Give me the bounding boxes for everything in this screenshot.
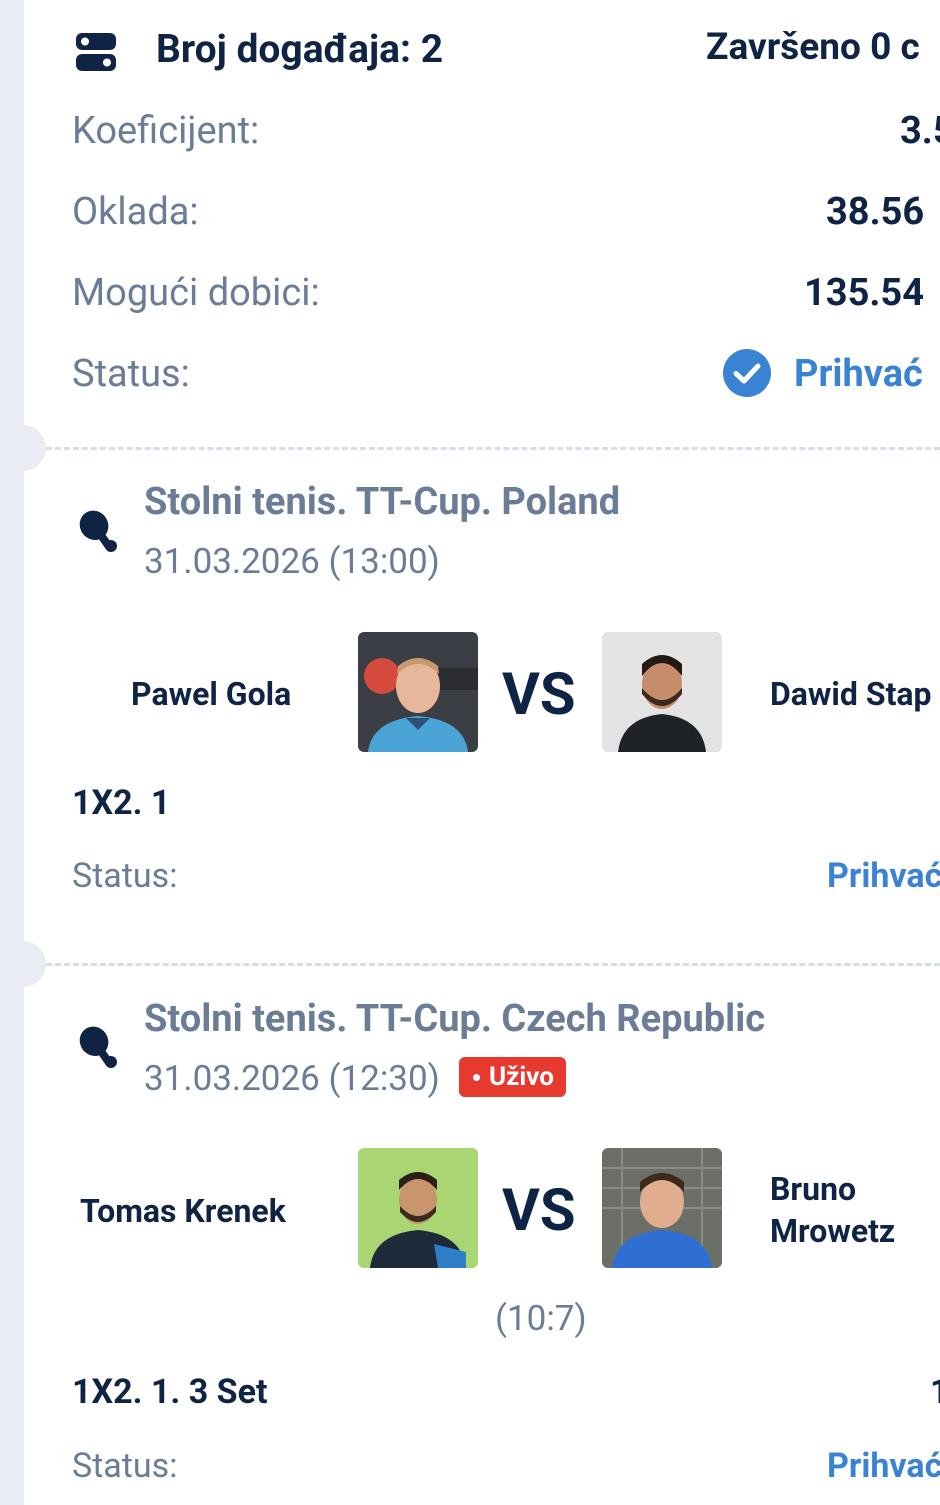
odds-value: 3.5 bbox=[900, 109, 940, 153]
event-league: Stolni tenis. TT-Cup. Czech Republic bbox=[144, 997, 766, 1041]
separator-dashed bbox=[46, 963, 940, 966]
home-player-photo bbox=[358, 1148, 478, 1268]
event-status-label: Status: bbox=[72, 856, 178, 896]
event-league: Stolni tenis. TT-Cup. Poland bbox=[144, 480, 621, 524]
live-badge: Uživo bbox=[459, 1057, 566, 1097]
versus-label: VS bbox=[502, 661, 576, 729]
separator-dashed bbox=[46, 447, 940, 450]
separator-notch bbox=[24, 941, 46, 987]
away-player-photo bbox=[602, 1148, 722, 1268]
bet-selection: 1X2. 1. 3 Set bbox=[72, 1372, 268, 1412]
table-tennis-icon bbox=[72, 508, 122, 558]
status-value: Prihvać bbox=[794, 352, 923, 396]
odds-label: Koeficijent: bbox=[72, 109, 260, 153]
bet-selection: 1X2. 1 bbox=[72, 783, 171, 823]
event-count-label: Broj događaja: 2 bbox=[156, 26, 444, 72]
versus-label: VS bbox=[502, 1177, 576, 1245]
home-player-photo bbox=[358, 632, 478, 752]
away-player-photo bbox=[602, 632, 722, 752]
live-score: (10:7) bbox=[495, 1298, 587, 1339]
event-datetime: 31.03.2026 (13:00) bbox=[144, 541, 440, 582]
away-player-name-line2: Mrowetz bbox=[770, 1212, 896, 1250]
home-player-name: Tomas Krenek bbox=[80, 1192, 286, 1230]
stake-label: Oklada: bbox=[72, 190, 199, 234]
event-status-label: Status: bbox=[72, 1446, 178, 1486]
possible-winnings-label: Mogući dobici: bbox=[72, 271, 320, 315]
event-status-value: Prihvać bbox=[827, 856, 940, 896]
possible-winnings-value: 135.54 bbox=[804, 271, 925, 315]
stake-value: 38.56 bbox=[826, 190, 925, 234]
bet-selection-value: 1 bbox=[930, 1372, 940, 1412]
event-status-value: Prihvać bbox=[827, 1446, 940, 1486]
status-label: Status: bbox=[72, 352, 190, 396]
separator-notch bbox=[24, 425, 46, 471]
home-player-name: Pawel Gola bbox=[131, 675, 292, 713]
event-datetime: 31.03.2026 (12:30) bbox=[144, 1058, 440, 1099]
away-player-name-line1: Bruno bbox=[770, 1170, 857, 1208]
list-toggle-icon[interactable] bbox=[74, 30, 118, 74]
away-player-name: Dawid Stap bbox=[770, 675, 932, 713]
bet-details-card: Broj događaja: 2 Završeno 0 c Koeficijen… bbox=[24, 0, 940, 1505]
table-tennis-icon bbox=[72, 1024, 122, 1074]
finished-count-label: Završeno 0 c bbox=[706, 26, 920, 69]
check-circle-icon bbox=[722, 348, 772, 398]
